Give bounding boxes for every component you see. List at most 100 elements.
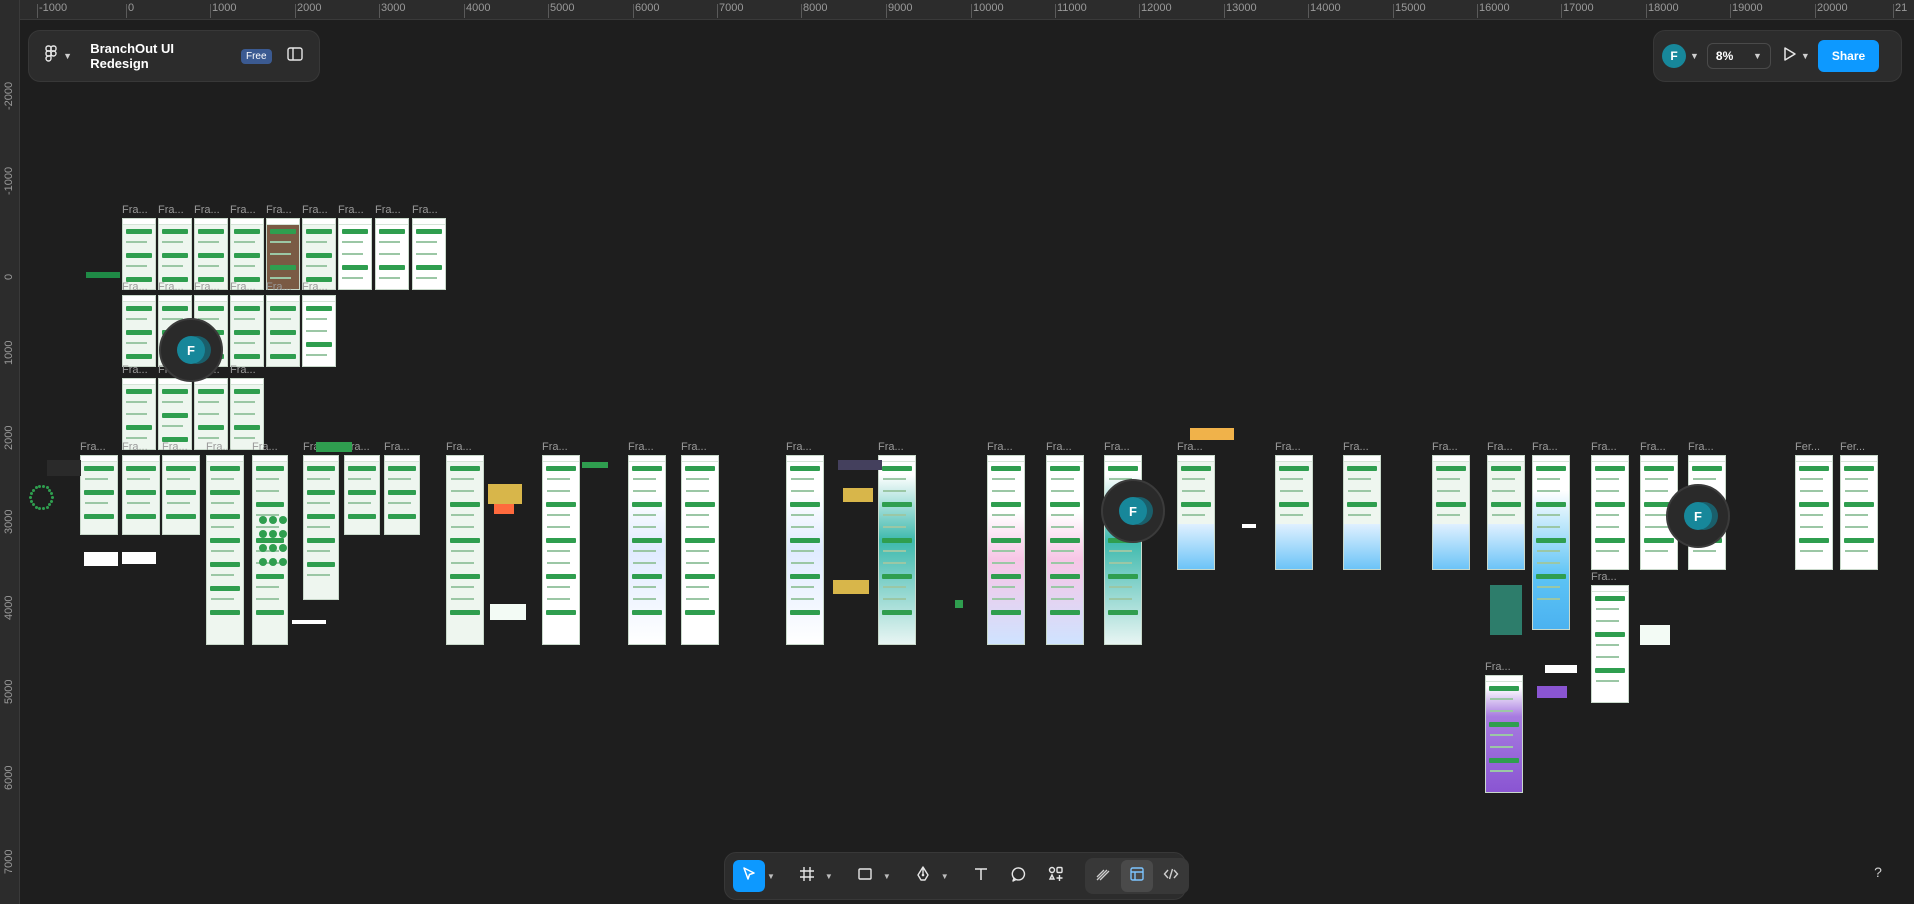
frame-label[interactable]: Fra...: [194, 281, 220, 293]
design-frame[interactable]: [412, 218, 446, 290]
frame-label[interactable]: Fra...: [302, 281, 328, 293]
plan-badge[interactable]: Free: [240, 48, 272, 64]
design-frame[interactable]: [628, 455, 666, 645]
design-frame[interactable]: [266, 295, 300, 367]
design-frame[interactable]: [375, 218, 409, 290]
frame-label[interactable]: Fra...: [786, 441, 812, 453]
canvas-element[interactable]: [494, 504, 514, 514]
canvas-element[interactable]: [122, 552, 156, 564]
text-tool-button[interactable]: [965, 860, 997, 892]
frame-label[interactable]: Fra...: [266, 281, 292, 293]
frame-label[interactable]: Fra...: [230, 204, 256, 216]
frame-label[interactable]: Fer...: [1840, 441, 1865, 453]
comment-tool-button[interactable]: [1003, 860, 1035, 892]
frame-label[interactable]: Fra...: [252, 441, 278, 453]
design-frame[interactable]: [1487, 455, 1525, 570]
design-frame[interactable]: [158, 218, 192, 290]
frame-label[interactable]: Fra...: [162, 441, 188, 453]
design-frame[interactable]: [158, 378, 192, 450]
main-menu-button[interactable]: ▼: [41, 41, 76, 71]
frame-label[interactable]: Fra...: [987, 441, 1013, 453]
zoom-control[interactable]: 8% ▼: [1706, 43, 1771, 69]
design-frame[interactable]: [302, 295, 336, 367]
design-frame[interactable]: [384, 455, 420, 535]
canvas-element[interactable]: [1537, 686, 1567, 698]
frame-label[interactable]: Fra...: [1688, 441, 1714, 453]
sidebar-toggle-button[interactable]: [284, 44, 307, 68]
frame-label[interactable]: Fra...: [338, 204, 364, 216]
canvas-element[interactable]: [316, 442, 352, 452]
chevron-down-icon[interactable]: ▼: [883, 872, 891, 881]
design-frame[interactable]: [266, 218, 300, 290]
frame-label[interactable]: Fra...: [206, 441, 232, 453]
canvas-element[interactable]: [47, 460, 81, 476]
dev-mode-button[interactable]: [1155, 860, 1187, 892]
frame-label[interactable]: Fra...: [230, 281, 256, 293]
canvas-element[interactable]: [843, 488, 873, 502]
frame-label[interactable]: Fra...: [1532, 441, 1558, 453]
frame-tool-button[interactable]: [791, 860, 823, 892]
frame-label[interactable]: Fra...: [1485, 661, 1511, 673]
design-mode-button[interactable]: [1120, 860, 1153, 892]
canvas-element[interactable]: [838, 460, 882, 470]
design-frame[interactable]: [1840, 455, 1878, 570]
design-frame[interactable]: [1177, 455, 1215, 570]
design-frame[interactable]: [80, 455, 118, 535]
canvas-element[interactable]: [292, 620, 326, 624]
frame-label[interactable]: Fra...: [542, 441, 568, 453]
frame-label[interactable]: Fra...: [266, 204, 292, 216]
frame-label[interactable]: Fra...: [158, 204, 184, 216]
present-button[interactable]: ▼: [1783, 46, 1810, 67]
design-frame[interactable]: [681, 455, 719, 645]
design-frame[interactable]: [1591, 455, 1629, 570]
user-menu[interactable]: F ▼: [1662, 44, 1699, 68]
design-frame[interactable]: [230, 378, 264, 450]
design-frame[interactable]: [206, 455, 244, 645]
frame-label[interactable]: Fra...: [681, 441, 707, 453]
chevron-down-icon[interactable]: ▼: [767, 872, 775, 881]
design-frame[interactable]: [230, 218, 264, 290]
frame-label[interactable]: Fra...: [1343, 441, 1369, 453]
frame-label[interactable]: Fra...: [1104, 441, 1130, 453]
user-avatar[interactable]: F: [1662, 44, 1686, 68]
design-frame[interactable]: [302, 218, 336, 290]
frame-label[interactable]: Fra...: [1177, 441, 1203, 453]
design-frame[interactable]: [1432, 455, 1470, 570]
frame-label[interactable]: Fra...: [80, 441, 106, 453]
frame-label[interactable]: Fra...: [194, 204, 220, 216]
frame-label[interactable]: Fra...: [878, 441, 904, 453]
frame-label[interactable]: Fra...: [1591, 571, 1617, 583]
design-frame[interactable]: [122, 295, 156, 367]
design-frame[interactable]: [230, 295, 264, 367]
frame-label[interactable]: Fra...: [1046, 441, 1072, 453]
frame-label[interactable]: Fra...: [412, 204, 438, 216]
draw-mode-button[interactable]: [1087, 860, 1119, 892]
canvas-element[interactable]: [582, 462, 608, 468]
design-frame[interactable]: [1275, 455, 1313, 570]
design-frame[interactable]: [1591, 585, 1629, 703]
frame-label[interactable]: Fra...: [230, 364, 256, 376]
chevron-down-icon[interactable]: ▼: [825, 872, 833, 881]
design-frame[interactable]: [122, 218, 156, 290]
frame-label[interactable]: Fer...: [1795, 441, 1820, 453]
pen-tool-button[interactable]: [907, 860, 939, 892]
design-frame[interactable]: [162, 455, 200, 535]
frame-label[interactable]: Fra...: [122, 364, 148, 376]
frame-label[interactable]: Fra...: [302, 204, 328, 216]
canvas-element[interactable]: [1242, 524, 1256, 528]
frame-label[interactable]: Fra...: [122, 281, 148, 293]
frame-label[interactable]: Fra...: [122, 441, 148, 453]
share-button[interactable]: Share: [1817, 40, 1880, 72]
file-title[interactable]: BranchOut UI Redesign: [90, 41, 233, 71]
canvas-element[interactable]: [490, 604, 526, 620]
frame-label[interactable]: Fra...: [375, 204, 401, 216]
design-frame[interactable]: [344, 455, 380, 535]
move-tool-button[interactable]: [733, 860, 765, 892]
canvas-element[interactable]: [1640, 625, 1670, 645]
shape-tool-button[interactable]: [849, 860, 881, 892]
canvas-element[interactable]: [86, 272, 120, 278]
design-frame[interactable]: [194, 218, 228, 290]
design-frame[interactable]: [122, 455, 160, 535]
canvas-element[interactable]: [955, 600, 963, 608]
design-frame[interactable]: [878, 455, 916, 645]
